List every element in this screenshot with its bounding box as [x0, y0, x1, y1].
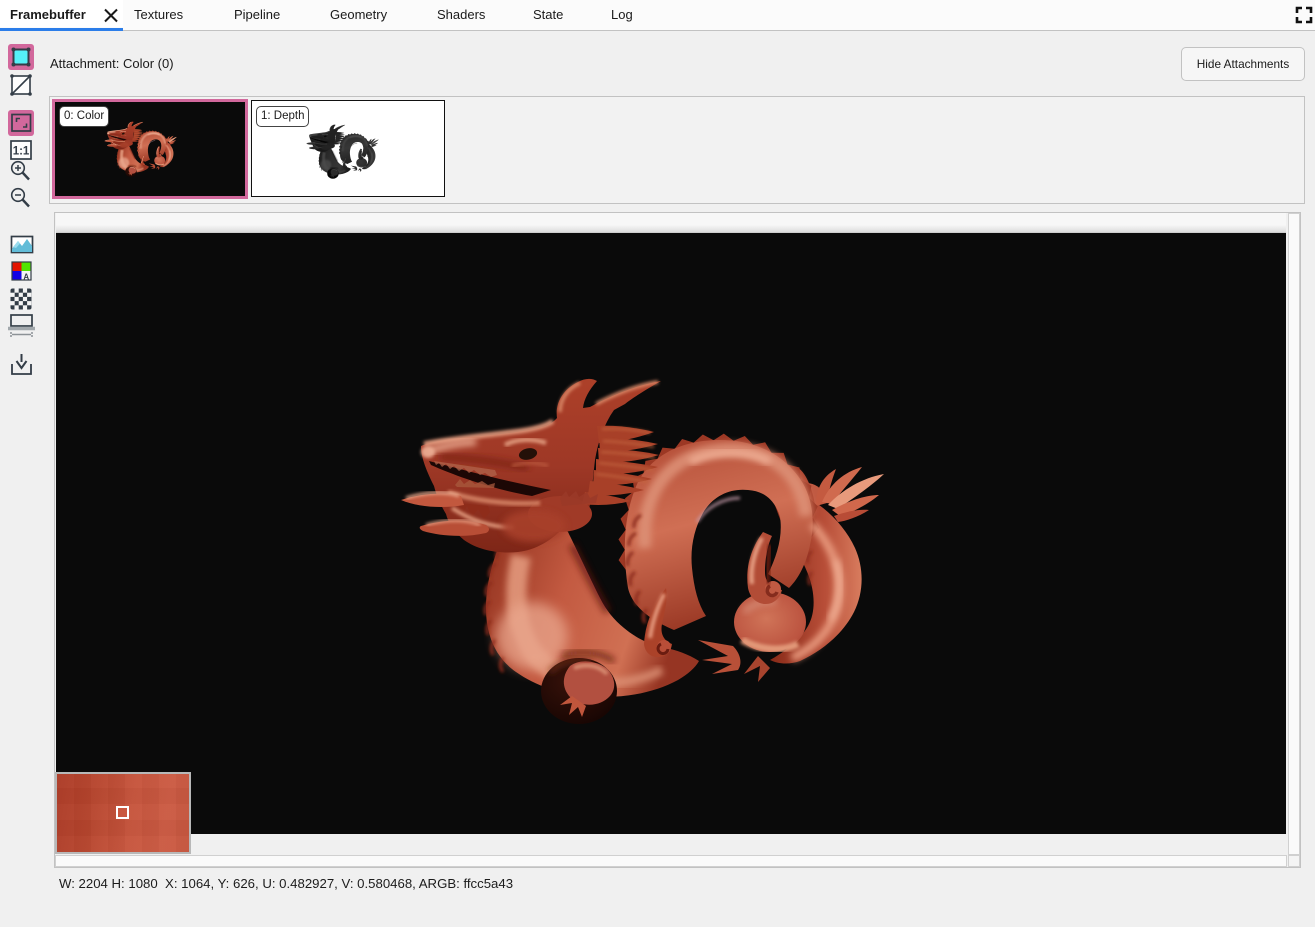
svg-text:1:1: 1:1: [13, 146, 30, 158]
